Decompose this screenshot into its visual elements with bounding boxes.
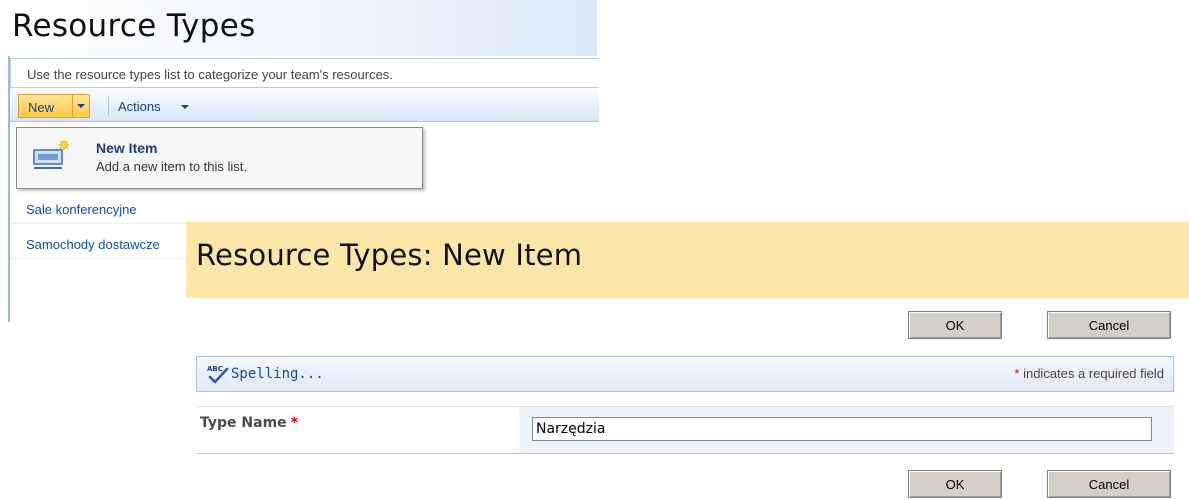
- cancel-button-label: Cancel: [1088, 318, 1130, 333]
- actions-menu[interactable]: Actions: [118, 94, 198, 118]
- ok-button-top[interactable]: OK: [908, 311, 1002, 339]
- actions-menu-label: Actions: [118, 99, 161, 114]
- new-item-menu-option[interactable]: New Item: [96, 140, 157, 156]
- list-item-link[interactable]: Sale konferencyjne: [26, 202, 137, 217]
- type-name-row: Type Name *: [196, 406, 1174, 454]
- type-name-label: Type Name *: [200, 415, 298, 431]
- cancel-button-label: Cancel: [1088, 477, 1130, 492]
- ok-button-label: OK: [945, 318, 965, 333]
- required-note-text: indicates a required field: [1019, 366, 1164, 381]
- type-name-label-text: Type Name: [200, 415, 287, 431]
- ok-button-label: OK: [945, 477, 965, 492]
- form-title: Resource Types: New Item: [196, 238, 583, 272]
- spell-check-icon: ABC: [206, 363, 230, 385]
- page-title: Resource Types: [12, 8, 256, 44]
- form-toolbar: ABC Spelling... * indicates a required f…: [196, 356, 1174, 392]
- spelling-link[interactable]: Spelling...: [231, 366, 324, 382]
- form-header: Resource Types: New Item: [186, 222, 1189, 298]
- title-band: Resource Types: [0, 0, 597, 56]
- type-name-input[interactable]: [532, 417, 1152, 441]
- field-value-cell: [519, 407, 1174, 453]
- toolbar-separator: [108, 96, 109, 116]
- new-item-description: Add a new item to this list.: [96, 159, 248, 174]
- list-item[interactable]: Sale konferencyjne: [10, 194, 599, 224]
- required-asterisk: *: [290, 415, 298, 431]
- field-label-cell: Type Name *: [196, 407, 519, 453]
- new-menu-dropdown: New Item Add a new item to this list.: [16, 127, 423, 189]
- list-description: Use the resource types list to categoriz…: [27, 67, 393, 82]
- cancel-button-top[interactable]: Cancel: [1047, 311, 1171, 339]
- list-toolbar: New Actions: [10, 90, 599, 122]
- ok-button-bottom[interactable]: OK: [908, 470, 1002, 498]
- svg-text:ABC: ABC: [207, 365, 223, 373]
- required-field-note: * indicates a required field: [1014, 366, 1164, 381]
- list-item-link[interactable]: Samochody dostawcze: [26, 237, 160, 252]
- cancel-button-bottom[interactable]: Cancel: [1047, 470, 1171, 498]
- list-description-box: Use the resource types list to categoriz…: [10, 58, 599, 88]
- new-button[interactable]: New: [18, 94, 73, 118]
- new-dropdown-arrow[interactable]: [72, 94, 90, 118]
- chevron-down-icon: [77, 104, 85, 108]
- new-item-icon: [32, 138, 72, 172]
- new-item-form: OK Cancel ABC Spelling... * indicates a …: [186, 298, 1189, 500]
- chevron-down-icon: [181, 105, 189, 109]
- new-button-label: New: [28, 100, 55, 115]
